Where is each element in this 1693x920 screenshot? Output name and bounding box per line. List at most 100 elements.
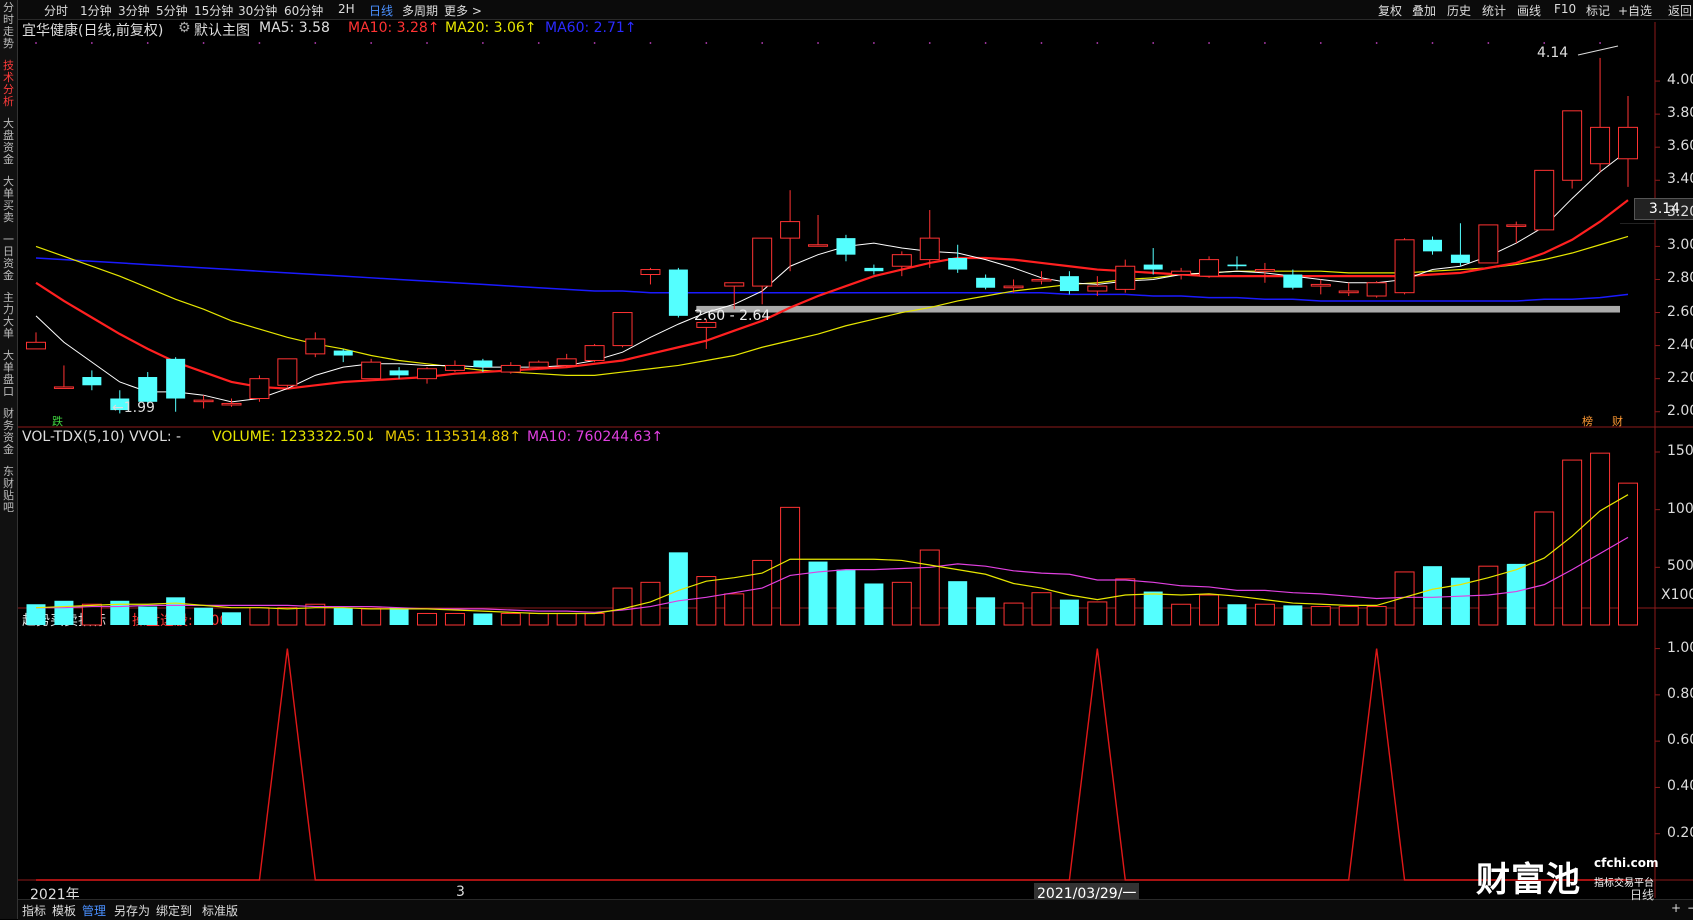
candle-body-up [1478, 224, 1499, 264]
candle-body-up [808, 244, 829, 247]
candle-body-up [1618, 126, 1638, 160]
candle-body-up [221, 402, 242, 406]
volume-bar-up [612, 587, 633, 626]
candle-body-up [1590, 126, 1611, 165]
volume-bar-up [1618, 482, 1638, 626]
volume-bar-up [1031, 592, 1052, 626]
volume-bar-down [138, 606, 158, 625]
volume-axis-label: 5000 [1667, 558, 1693, 575]
candle-body-down [1227, 264, 1247, 267]
price-axis-label: 2.40 [1667, 336, 1693, 353]
volume-bar-down [1059, 599, 1079, 625]
volume-bar-down [1143, 591, 1163, 625]
candle-body-up [1310, 283, 1331, 287]
volume-bar-up [444, 612, 465, 626]
volume-bar-up [249, 607, 270, 626]
top-marker-dot [202, 42, 205, 44]
top-marker-dot [1375, 42, 1378, 44]
top-marker-dot [1096, 42, 1099, 44]
volume-bar-up [1366, 606, 1387, 626]
price-axis-label: 3.00 [1667, 237, 1693, 254]
candle-body-down [836, 238, 856, 255]
volume-axis-label: 10000 [1667, 500, 1693, 517]
top-marker-dot [481, 42, 484, 44]
candle-body-down [389, 370, 409, 376]
candle-body-down [1283, 274, 1303, 288]
candle-body-up [1338, 290, 1359, 294]
candle-body-up [780, 221, 801, 239]
price-axis-label: 3.80 [1667, 105, 1693, 122]
bottom-toolbar: 指标 模板 管理 另存为 绑定到 标准版 日线 + − [18, 888, 1693, 920]
candle-body-up [361, 361, 382, 380]
candle-body-up [556, 358, 577, 366]
top-marker-dot [1264, 42, 1266, 44]
candle-body-up [305, 338, 326, 355]
candle-body-down [976, 277, 996, 288]
kline-chart[interactable] [0, 0, 1693, 919]
price-axis-label: 3.20 [1667, 204, 1693, 221]
top-marker-dot [649, 42, 652, 44]
volume-bar-down [1506, 563, 1526, 625]
candle-body-down [1422, 239, 1442, 252]
high-price-label: 4.14 [1537, 45, 1569, 61]
die-marker: 跌 [52, 415, 63, 428]
trend-axis-label: 0.40 [1667, 778, 1693, 795]
price-axis-label: 3.40 [1667, 171, 1693, 188]
volume-bar-up [1254, 603, 1275, 626]
bottom-tab-template[interactable]: 模板 [52, 902, 76, 919]
volume-bar-up [500, 612, 521, 626]
candle-body-up [1087, 285, 1108, 292]
top-marker-dot [370, 42, 373, 44]
volume-bar-up [1394, 571, 1415, 626]
bottom-tab-indicator[interactable]: 指标 [22, 902, 46, 919]
candle-body-up [752, 237, 773, 287]
volume-bar-up [1534, 511, 1555, 626]
volume-unit-label: X100 [1661, 587, 1693, 603]
volume-axis-label: 15000 [1667, 443, 1693, 459]
volume-bar-down [222, 612, 242, 625]
gap-band [696, 305, 1620, 313]
top-marker-dot [817, 42, 819, 44]
top-marker-dot [258, 42, 261, 44]
volume-bar-up [528, 612, 549, 626]
ma10-line [35, 199, 1629, 390]
volume-bar-up [724, 593, 745, 626]
candle-body-down [948, 257, 968, 270]
candle-body-up [640, 269, 661, 276]
vol-ma5-line [35, 494, 1629, 615]
volume-bar-up [1590, 452, 1611, 626]
vol-ma10-line [36, 536, 1629, 613]
bottom-tab-saveas[interactable]: 另存为 [114, 902, 150, 919]
candle-body-up [249, 378, 270, 400]
top-marker-dot [1319, 42, 1322, 44]
candle-body-down [333, 350, 353, 356]
bottom-tab-manage[interactable]: 管理 [82, 902, 106, 919]
price-axis-label: 2.20 [1667, 369, 1693, 386]
trend-axis-label: 0.60 [1667, 732, 1693, 749]
volume-bar-down [836, 569, 856, 625]
high-arrow [1577, 45, 1619, 56]
candle-body-up [277, 358, 298, 386]
top-marker-dot [1487, 42, 1490, 44]
volume-bar-up [584, 612, 605, 626]
candle-body-up [1254, 269, 1275, 272]
volume-bar-down [166, 597, 186, 625]
top-marker-dot [984, 42, 987, 44]
bottom-tab-bindto[interactable]: 绑定到 [156, 902, 192, 919]
volume-bar-up [1562, 459, 1583, 626]
low-price-label: ←1.99 [112, 400, 155, 416]
bottom-tab-standard[interactable]: 标准版 [202, 902, 238, 919]
zoom-in-icon[interactable]: + [1671, 901, 1681, 915]
candle-body-up [444, 364, 465, 371]
bang-marker[interactable]: 榜 [1582, 413, 1593, 429]
date-axis-mid: 3 [456, 884, 465, 900]
candle-body-up [891, 254, 912, 267]
candle-body-up [1534, 169, 1555, 231]
candle-body-up [1366, 282, 1387, 297]
cai-marker[interactable]: 财 [1612, 413, 1623, 429]
price-axis-label: 4.00 [1667, 72, 1693, 89]
top-marker-dot [1599, 42, 1601, 44]
candle-body-down [668, 269, 688, 316]
top-marker-dot [1040, 42, 1043, 44]
zoom-out-icon[interactable]: − [1687, 901, 1693, 915]
